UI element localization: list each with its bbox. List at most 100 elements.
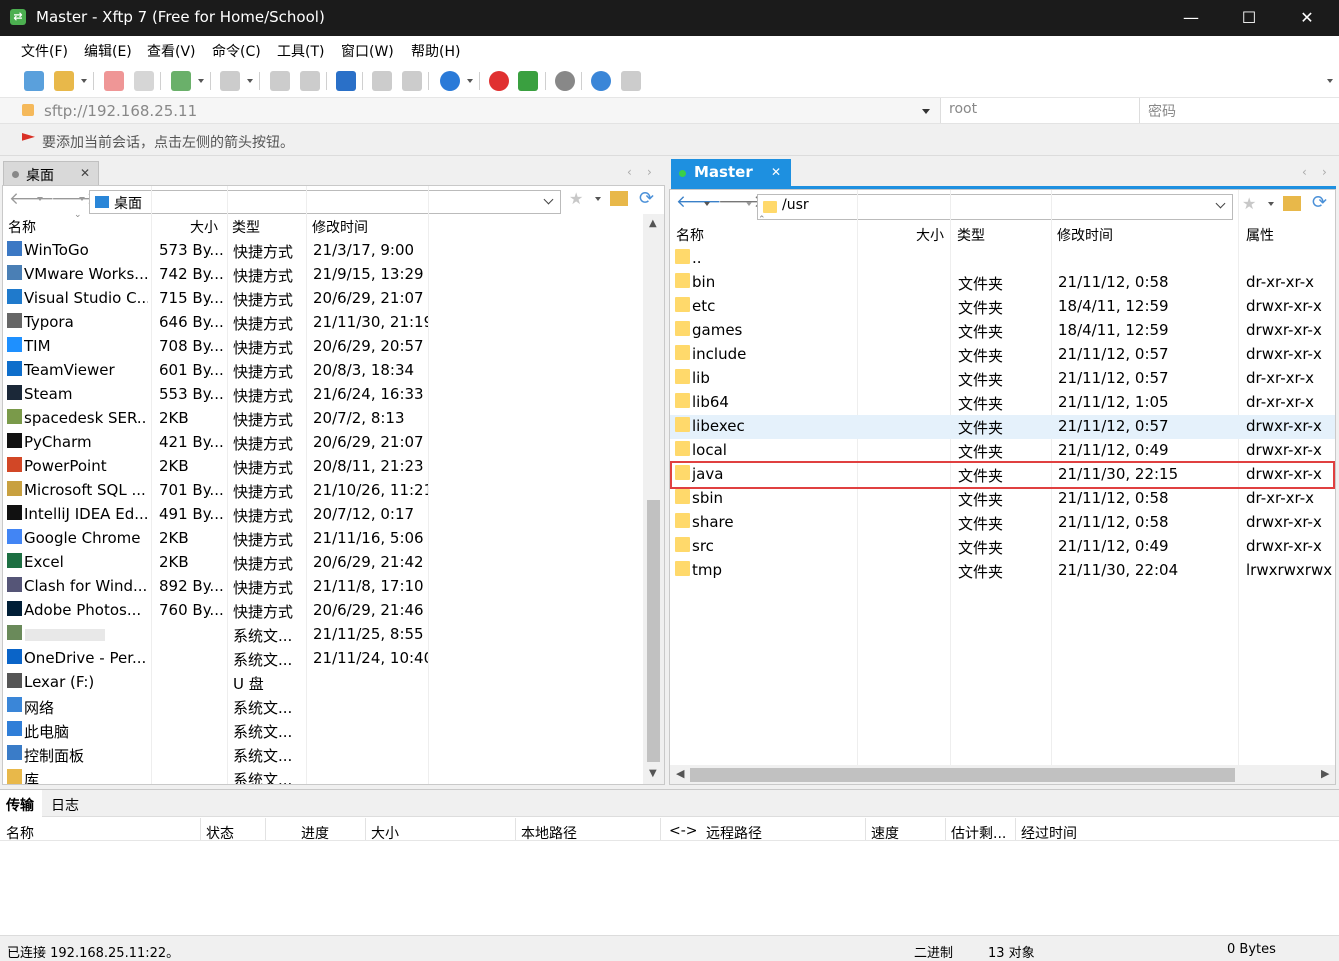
bookmark-dropdown-icon[interactable] [1268,202,1274,206]
open-dropdown-icon[interactable] [81,79,87,83]
back-arrow-icon[interactable]: 🡐 [9,189,55,209]
refresh-icon[interactable]: ⟳ [639,188,654,209]
menu-file[interactable]: 文件(F) [21,41,68,61]
download-icon[interactable] [402,71,422,91]
remote-col-date[interactable]: 修改时间 [1057,225,1113,245]
back-arrow-icon[interactable]: 🡐 [676,192,722,212]
table-row[interactable]: games 文件夹 18/4/11, 12:59 drwxr-xr-x [670,319,1335,343]
star-icon[interactable]: ★ [569,189,583,208]
open-folder-icon[interactable] [54,71,74,91]
home-folder-icon[interactable] [1283,196,1301,211]
table-row[interactable]: include 文件夹 21/11/12, 0:57 drwxr-xr-x [670,343,1335,367]
table-row[interactable]: local 文件夹 21/11/12, 0:49 drwxr-xr-x [670,439,1335,463]
help-icon[interactable] [591,71,611,91]
list-item[interactable]: 网络 系统文... [3,695,643,719]
menu-tools[interactable]: 工具(T) [277,41,324,61]
local-scrollbar-thumb[interactable] [647,500,660,762]
list-item[interactable]: Lexar (F:) U 盘 [3,671,643,695]
local-col-name[interactable]: 名称 [8,217,36,237]
bookmark-dropdown-icon[interactable] [595,197,601,201]
globe-icon[interactable] [440,71,460,91]
remote-col-type[interactable]: 类型 [957,225,985,245]
scroll-left-icon[interactable]: ◀ [676,767,684,780]
list-item[interactable]: OneDrive - Per... 系统文... 21/11/24, 10:40 [3,647,643,671]
list-item[interactable]: Adobe Photos... 760 By... 快捷方式 20/6/29, 21:… [3,599,643,623]
table-row[interactable]: lib64 文件夹 21/11/12, 1:05 dr-xr-xr-x [670,391,1335,415]
remote-h-scrollbar[interactable]: ◀ ▶ [670,765,1335,784]
copy-icon[interactable] [270,71,290,91]
scroll-right-icon[interactable]: ▶ [1321,767,1329,780]
back-dropdown-icon[interactable] [37,197,43,201]
table-row[interactable]: share 文件夹 21/11/12, 0:58 drwxr-xr-x [670,511,1335,535]
remote-col-name[interactable]: 名称 [676,225,704,245]
maximize-button[interactable]: ☐ [1220,0,1278,36]
star-icon[interactable]: ★ [1242,194,1256,213]
upload-icon[interactable] [372,71,392,91]
disconnect-icon[interactable] [134,71,154,91]
list-item[interactable]: PowerPoint 2KB 快捷方式 20/8/11, 21:23 [3,455,643,479]
terminal-icon[interactable] [220,71,240,91]
menu-window[interactable]: 窗口(W) [341,41,394,61]
list-item[interactable]: Visual Studio C... 715 By... 快捷方式 20/6/29, … [3,287,643,311]
tab-close-icon[interactable]: ✕ [771,165,781,179]
list-item[interactable]: Microsoft SQL ... 701 By... 快捷方式 21/10/26, … [3,479,643,503]
list-item[interactable]: Clash for Wind... 892 By... 快捷方式 21/11/8, 1… [3,575,643,599]
list-item[interactable]: 此电脑 系统文... [3,719,643,743]
table-row[interactable]: bin 文件夹 21/11/12, 0:58 dr-xr-xr-x [670,271,1335,295]
list-item[interactable]: 控制面板 系统文... [3,743,643,767]
xftp-icon[interactable] [518,71,538,91]
remote-col-size[interactable]: 大小 [916,225,944,245]
table-row[interactable]: tmp 文件夹 21/11/30, 22:04 lrwxrwxrwx [670,559,1335,583]
sync-icon[interactable] [336,71,356,91]
table-row[interactable]: src 文件夹 21/11/12, 0:49 drwxr-xr-x [670,535,1335,559]
menu-command[interactable]: 命令(C) [212,41,261,61]
list-item[interactable]: spacedesk SER... 2KB 快捷方式 20/7/2, 8:13 [3,407,643,431]
toolbar-overflow-icon[interactable] [1327,79,1333,83]
table-row[interactable]: sbin 文件夹 21/11/12, 0:58 dr-xr-xr-x [670,487,1335,511]
host-address-input[interactable]: sftp://192.168.25.11 [44,102,197,120]
username-field[interactable]: root [940,98,1139,123]
transfer-col-direction[interactable]: <-> [669,823,698,839]
terminal-dropdown-icon[interactable] [247,79,253,83]
home-folder-icon[interactable] [610,191,628,206]
tab-scroll-left-icon[interactable]: ‹ [627,165,632,179]
reconnect-icon[interactable] [104,71,124,91]
table-row[interactable]: .. [670,247,1335,271]
local-path-input[interactable]: 桌面 [89,190,561,214]
local-col-date[interactable]: 修改时间 [312,217,368,237]
remote-col-perm[interactable]: 属性 [1246,225,1274,245]
scroll-up-icon[interactable]: ▲ [649,218,657,229]
local-scrollbar[interactable]: ▲ ▼ [643,214,664,784]
tab-scroll-right-icon[interactable]: › [647,165,652,179]
chat-icon[interactable] [621,71,641,91]
back-dropdown-icon[interactable] [704,202,710,206]
tab-desktop[interactable]: 桌面 ✕ [3,161,99,187]
close-button[interactable]: ✕ [1278,0,1336,36]
globe-dropdown-icon[interactable] [467,79,473,83]
menu-help[interactable]: 帮助(H) [411,41,460,61]
gear-icon[interactable] [555,71,575,91]
refresh-icon[interactable]: ⟳ [1312,192,1327,213]
list-item[interactable]: 系统文... 21/11/25, 8:55 [3,623,643,647]
list-item[interactable]: WinToGo 573 By... 快捷方式 21/3/17, 9:00 [3,239,643,263]
forward-dropdown-icon[interactable] [746,202,752,206]
remote-path-input[interactable]: /usr [757,194,1233,220]
list-item[interactable]: PyCharm 421 By... 快捷方式 20/6/29, 21:07 [3,431,643,455]
tab-master[interactable]: Master ✕ [671,159,791,186]
list-item[interactable]: Typora 646 By... 快捷方式 21/11/30, 21:19 [3,311,643,335]
local-col-size[interactable]: 大小 [190,217,218,237]
table-row[interactable]: libexec 文件夹 21/11/12, 0:57 drwxr-xr-x [670,415,1335,439]
list-item[interactable]: Excel 2KB 快捷方式 20/6/29, 21:42 [3,551,643,575]
list-item[interactable]: TeamViewer 601 By... 快捷方式 20/8/3, 18:34 [3,359,643,383]
new-session-icon[interactable] [24,71,44,91]
tab-transfer[interactable]: 传输 [0,790,42,817]
list-item[interactable]: Steam 553 By... 快捷方式 21/6/24, 16:33 [3,383,643,407]
password-field[interactable]: 密码 [1139,98,1339,123]
table-row[interactable]: lib 文件夹 21/11/12, 0:57 dr-xr-xr-x [670,367,1335,391]
list-item[interactable]: Google Chrome 2KB 快捷方式 21/11/16, 5:06 [3,527,643,551]
tab-scroll-right-icon[interactable]: › [1322,165,1327,179]
list-item[interactable]: 库 系统文... [3,767,643,784]
address-dropdown-icon[interactable] [922,109,930,114]
new-file-icon[interactable] [171,71,191,91]
new-dropdown-icon[interactable] [198,79,204,83]
